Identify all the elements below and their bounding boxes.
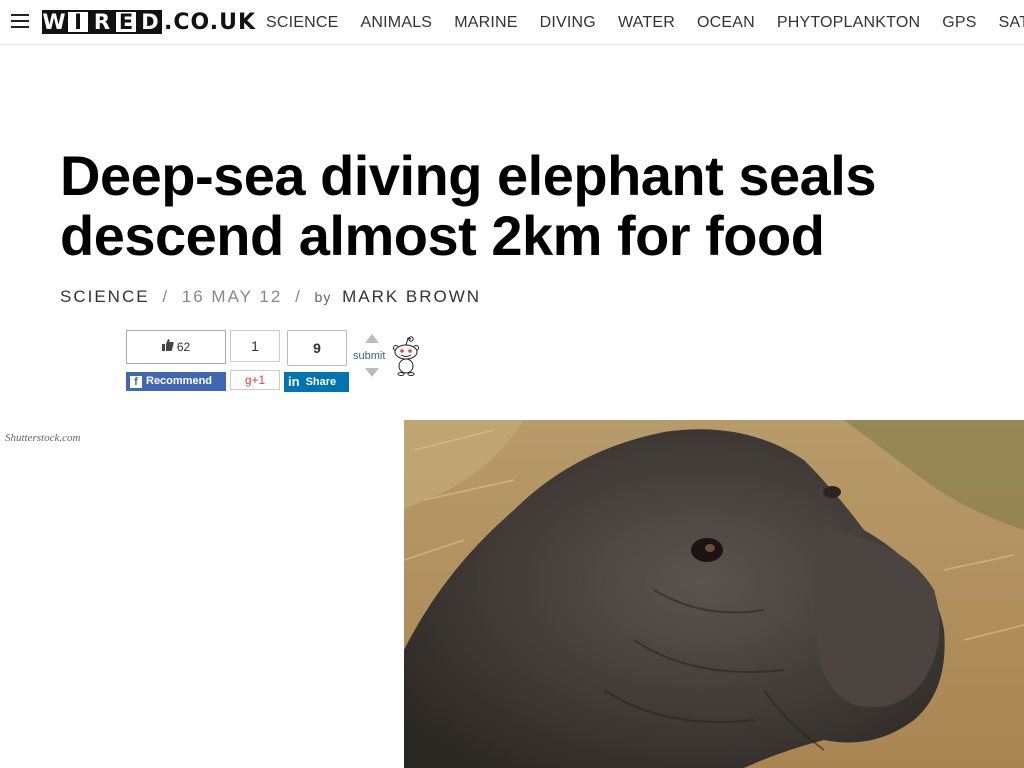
- byline-separator: /: [295, 287, 302, 306]
- google-g-icon: g: [244, 373, 252, 387]
- nav-item-phytoplankton[interactable]: PHYTOPLANKTON: [777, 14, 920, 32]
- reddit-downvote-icon[interactable]: [365, 368, 379, 377]
- image-credit: Shutterstock.com: [5, 432, 81, 444]
- thumbs-up-icon: [161, 331, 174, 363]
- nav-item-marine[interactable]: MARINE: [454, 14, 517, 32]
- logo-letter-i: I: [66, 10, 90, 34]
- logo-letter-r: R: [90, 10, 114, 34]
- facebook-icon: f: [130, 375, 142, 388]
- topic-nav: SCIENCE ANIMALS MARINE DIVING WATER OCEA…: [255, 0, 1024, 44]
- logo-letter-d: D: [138, 10, 162, 34]
- linkedin-share-button[interactable]: in Share: [284, 372, 349, 392]
- logo-letter-w: W: [42, 10, 66, 34]
- article-byline: SCIENCE / 16 MAY 12 / by MARK BROWN: [60, 287, 481, 307]
- article-author[interactable]: MARK BROWN: [342, 287, 481, 306]
- elephant-seal-image: [404, 420, 1024, 768]
- nav-item-science[interactable]: SCIENCE: [266, 14, 339, 32]
- google-plus-label: +1: [251, 373, 266, 387]
- nav-item-sate[interactable]: SATE: [999, 14, 1024, 32]
- facebook-count: 62: [176, 340, 191, 354]
- article-title: Deep-sea diving elephant seals descend a…: [60, 144, 876, 267]
- social-share-bar: 62 f Recommend 1 g+1 9 in Share submit: [126, 330, 426, 394]
- google-plus-count-bubble: 1: [230, 330, 280, 362]
- article-date: 16 MAY 12: [181, 287, 283, 306]
- logo-suffix: .CO.UK: [164, 9, 256, 35]
- linkedin-share-label: Share: [305, 376, 337, 388]
- reddit-submit-link[interactable]: submit: [353, 350, 385, 362]
- byline-separator: /: [162, 287, 170, 306]
- reddit-alien-icon: [393, 336, 419, 376]
- nav-item-gps[interactable]: GPS: [942, 14, 976, 32]
- linkedin-icon: in: [288, 374, 300, 389]
- nav-item-water[interactable]: WATER: [618, 14, 675, 32]
- facebook-count-bubble: 62: [126, 330, 226, 364]
- logo-letter-e: E: [114, 10, 138, 34]
- reddit-upvote-icon[interactable]: [365, 334, 379, 343]
- wired-logo[interactable]: W I R E D .CO.UK: [42, 9, 256, 35]
- linkedin-count-bubble: 9: [287, 330, 347, 366]
- hamburger-menu-icon[interactable]: [11, 14, 29, 28]
- article-category[interactable]: SCIENCE: [60, 287, 150, 306]
- nav-item-ocean[interactable]: OCEAN: [697, 14, 755, 32]
- top-navigation-bar: W I R E D .CO.UK SCIENCE ANIMALS MARINE …: [0, 0, 1024, 45]
- reddit-widget[interactable]: submit: [352, 332, 422, 382]
- nav-item-animals[interactable]: ANIMALS: [361, 14, 433, 32]
- google-plus-button[interactable]: g+1: [230, 370, 280, 390]
- facebook-recommend-button[interactable]: f Recommend: [126, 372, 226, 391]
- elephant-seal-photo: [404, 420, 1024, 768]
- nav-item-diving[interactable]: DIVING: [540, 14, 596, 32]
- byline-by: by: [314, 289, 332, 305]
- facebook-recommend-label: Recommend: [146, 375, 213, 387]
